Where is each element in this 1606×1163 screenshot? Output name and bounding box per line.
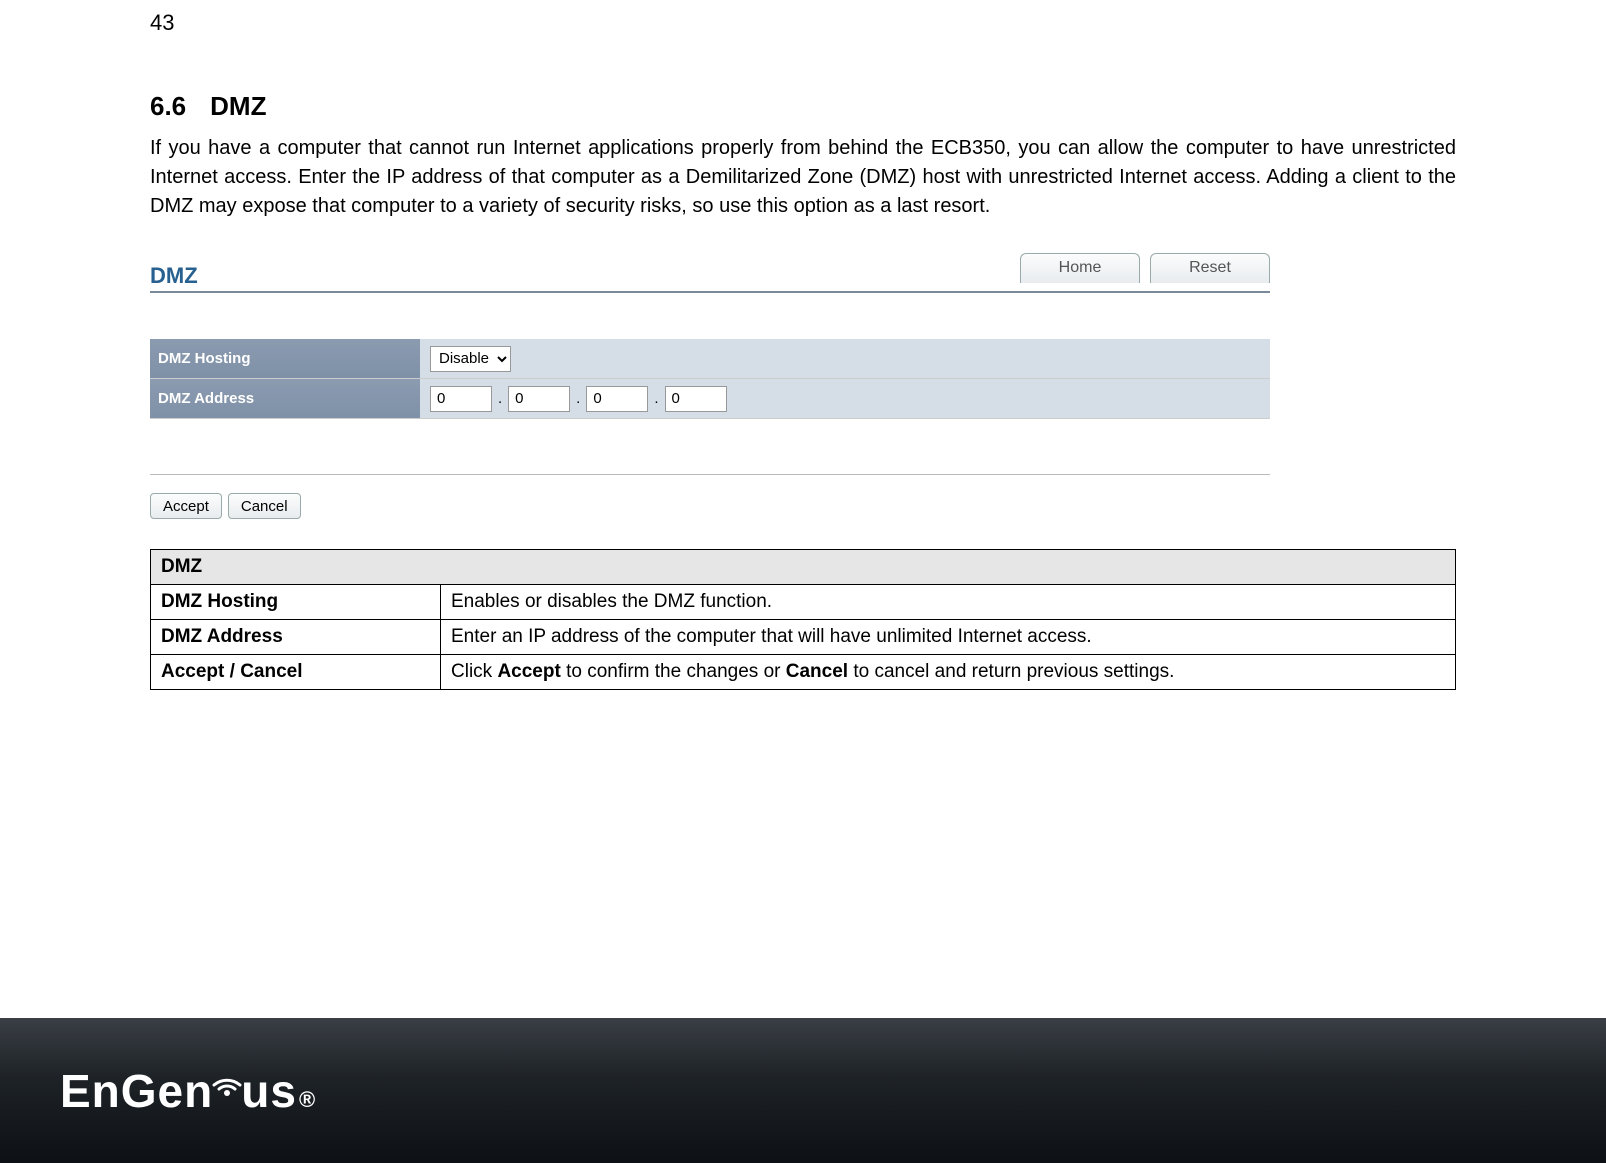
- row-key: Accept / Cancel: [151, 655, 441, 690]
- dmz-address-row: DMZ Address . . .: [150, 379, 1270, 419]
- registered-icon: ®: [299, 1087, 316, 1113]
- row-desc: Enables or disables the DMZ function.: [441, 585, 1456, 620]
- ip-octet-1[interactable]: [430, 386, 492, 412]
- ip-dot: .: [498, 390, 502, 407]
- dmz-hosting-label: DMZ Hosting: [150, 350, 420, 367]
- row-key: DMZ Hosting: [151, 585, 441, 620]
- row-desc: Click Accept to confirm the changes or C…: [441, 655, 1456, 690]
- wifi-icon: [214, 1067, 240, 1107]
- table-header: DMZ: [151, 550, 1456, 585]
- home-button[interactable]: Home: [1020, 253, 1140, 283]
- ip-dot: .: [654, 390, 658, 407]
- heading-number: 6.6: [150, 91, 186, 121]
- ip-octet-2[interactable]: [508, 386, 570, 412]
- dmz-hosting-row: DMZ Hosting Disable: [150, 339, 1270, 379]
- dmz-address-label: DMZ Address: [150, 390, 420, 407]
- body-paragraph: If you have a computer that cannot run I…: [150, 134, 1456, 221]
- reset-button[interactable]: Reset: [1150, 253, 1270, 283]
- description-table: DMZ DMZ Hosting Enables or disables the …: [150, 549, 1456, 690]
- page-footer: EnGen us®: [0, 1018, 1606, 1163]
- table-row: DMZ Address Enter an IP address of the c…: [151, 620, 1456, 655]
- table-row: Accept / Cancel Click Accept to confirm …: [151, 655, 1456, 690]
- row-desc: Enter an IP address of the computer that…: [441, 620, 1456, 655]
- ip-octet-4[interactable]: [665, 386, 727, 412]
- dmz-config-screenshot: DMZ Home Reset DMZ Hosting Disable DMZ A…: [150, 253, 1270, 519]
- heading-title: DMZ: [210, 91, 266, 121]
- panel-title: DMZ: [150, 263, 198, 289]
- table-row: DMZ Hosting Enables or disables the DMZ …: [151, 585, 1456, 620]
- engenius-logo: EnGen us®: [60, 1064, 316, 1118]
- section-heading: 6.6 DMZ: [150, 91, 1456, 122]
- ip-octet-3[interactable]: [586, 386, 648, 412]
- ip-dot: .: [576, 390, 580, 407]
- page-number: 43: [150, 10, 1456, 36]
- row-key: DMZ Address: [151, 620, 441, 655]
- dmz-hosting-select[interactable]: Disable: [430, 346, 511, 372]
- accept-button[interactable]: Accept: [150, 493, 222, 519]
- cancel-button[interactable]: Cancel: [228, 493, 301, 519]
